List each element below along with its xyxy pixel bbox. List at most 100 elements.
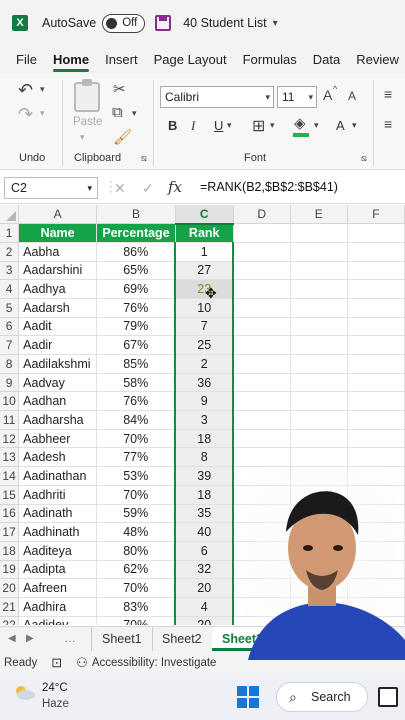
column-header-selected[interactable]: C — [175, 205, 234, 225]
cell[interactable] — [290, 410, 348, 430]
cell[interactable] — [233, 261, 291, 281]
cell[interactable] — [290, 429, 348, 449]
cell[interactable] — [290, 223, 348, 243]
cell-percentage[interactable]: 70% — [96, 485, 176, 505]
row-header[interactable]: 10 — [0, 391, 20, 412]
cell-percentage[interactable]: 62% — [96, 560, 176, 580]
accessibility-status[interactable]: Accessibility: Investigate — [92, 657, 217, 669]
undo-icon[interactable]: ↶ — [18, 80, 33, 101]
column-header[interactable]: D — [233, 205, 291, 225]
cell-percentage[interactable]: 67% — [96, 335, 176, 355]
cell-rank[interactable]: 20 — [174, 578, 235, 598]
cell-rank[interactable]: 20 — [174, 616, 235, 625]
font-name-select[interactable]: Calibri ▾ — [160, 86, 274, 108]
tab-review[interactable]: Review — [348, 46, 405, 74]
cell[interactable] — [347, 223, 405, 243]
chevron-down-icon[interactable]: ▾ — [273, 18, 278, 29]
copy-dropdown-icon[interactable]: ▾ — [132, 108, 137, 119]
underline-dropdown-icon[interactable]: ▾ — [227, 120, 232, 131]
cell-name[interactable]: Aafreen — [18, 578, 98, 598]
cell-rank[interactable]: 6 — [174, 541, 235, 561]
row-header[interactable]: 16 — [0, 504, 20, 524]
cell[interactable] — [290, 317, 348, 337]
document-title[interactable]: 40 Student List — [183, 16, 266, 30]
row-header[interactable]: 22 — [0, 616, 20, 625]
cell-percentage[interactable]: 58% — [96, 373, 176, 393]
cell-name[interactable]: Aadhira — [18, 597, 98, 617]
row-header[interactable]: 2 — [0, 242, 20, 262]
cell-name[interactable]: Aadhya — [18, 279, 98, 299]
column-header[interactable]: B — [96, 205, 176, 225]
header-cell-name[interactable]: Name — [18, 223, 98, 243]
cut-icon[interactable]: ✂ — [113, 80, 126, 98]
cell-rank[interactable]: 35 — [174, 504, 235, 524]
cell-percentage[interactable]: 48% — [96, 522, 176, 542]
cell[interactable] — [233, 279, 291, 299]
borders-dropdown-icon[interactable]: ▾ — [270, 120, 275, 131]
row-header[interactable]: 17 — [0, 522, 20, 542]
cell-name[interactable]: Aadesh — [18, 447, 98, 468]
cell-percentage[interactable]: 83% — [96, 597, 176, 617]
cell-rank[interactable]: 18 — [174, 429, 235, 449]
row-header[interactable]: 8 — [0, 354, 20, 374]
italic-button[interactable]: I — [191, 118, 195, 134]
cell[interactable] — [233, 410, 291, 430]
format-painter-icon[interactable]: 🖌 — [113, 128, 132, 146]
tab-formulas[interactable]: Formulas — [235, 46, 305, 74]
cell-name[interactable]: Aadarshini — [18, 261, 98, 281]
row-header[interactable]: 14 — [0, 466, 20, 486]
copy-icon[interactable]: ⧉ — [112, 104, 123, 121]
header-cell-rank[interactable]: Rank — [175, 223, 234, 243]
cell[interactable] — [290, 373, 348, 393]
row-header[interactable]: 13 — [0, 447, 20, 468]
cell-rank[interactable]: 39 — [174, 466, 235, 486]
cell[interactable] — [233, 447, 291, 468]
grow-font-icon[interactable]: A — [323, 87, 332, 103]
row-header[interactable]: 18 — [0, 541, 20, 561]
weather-haze-icon[interactable] — [12, 684, 36, 702]
tab-file[interactable]: File — [0, 46, 45, 74]
cell[interactable] — [233, 373, 291, 393]
save-icon[interactable] — [155, 15, 172, 31]
cell[interactable] — [233, 354, 291, 374]
cell[interactable] — [233, 317, 291, 337]
fill-dropdown-icon[interactable]: ▾ — [314, 120, 319, 131]
enter-icon[interactable]: ✓ — [142, 180, 154, 197]
cell[interactable] — [290, 447, 348, 468]
cell-name[interactable]: Aadhinath — [18, 522, 98, 542]
cell-percentage[interactable]: 86% — [96, 242, 176, 262]
redo-icon[interactable]: ↷ — [18, 104, 33, 125]
cell[interactable] — [347, 279, 405, 299]
header-cell-percentage[interactable]: Percentage — [96, 223, 176, 243]
more-sheets-icon[interactable]: … — [64, 631, 76, 645]
cell[interactable] — [290, 391, 348, 412]
cell-rank[interactable]: 27 — [174, 261, 235, 281]
cell-rank[interactable]: 36 — [174, 373, 235, 393]
autosave-toggle[interactable]: Off — [102, 13, 146, 33]
paste-icon[interactable] — [74, 79, 100, 112]
shrink-font-icon[interactable]: A — [348, 89, 356, 103]
cell[interactable] — [290, 298, 348, 318]
row-header[interactable]: 3 — [0, 261, 20, 281]
cell[interactable] — [233, 429, 291, 449]
cell-name[interactable]: Aadharsha — [18, 410, 98, 430]
row-header[interactable]: 4 — [0, 279, 20, 299]
cell-percentage[interactable]: 80% — [96, 541, 176, 561]
undo-dropdown-icon[interactable]: ▾ — [40, 84, 45, 95]
cell[interactable] — [347, 242, 405, 262]
weather-temperature[interactable]: 24°C — [42, 682, 68, 694]
cell[interactable] — [347, 354, 405, 374]
select-all-corner[interactable] — [0, 205, 20, 225]
row-header[interactable]: 15 — [0, 485, 20, 505]
prev-sheet-icon[interactable]: ◀ — [8, 633, 16, 644]
column-header[interactable]: E — [290, 205, 348, 225]
name-box[interactable]: C2 ▾ — [4, 177, 98, 199]
cell[interactable] — [290, 354, 348, 374]
cell[interactable] — [290, 335, 348, 355]
paste-dropdown-icon[interactable]: ▾ — [80, 132, 85, 143]
align-top-icon[interactable]: ≡ — [384, 86, 392, 102]
cell[interactable] — [233, 391, 291, 412]
cell-rank[interactable]: 8 — [174, 447, 235, 468]
borders-icon[interactable]: ⊞ — [252, 116, 265, 136]
insert-function-button[interactable]: fx — [168, 178, 182, 196]
